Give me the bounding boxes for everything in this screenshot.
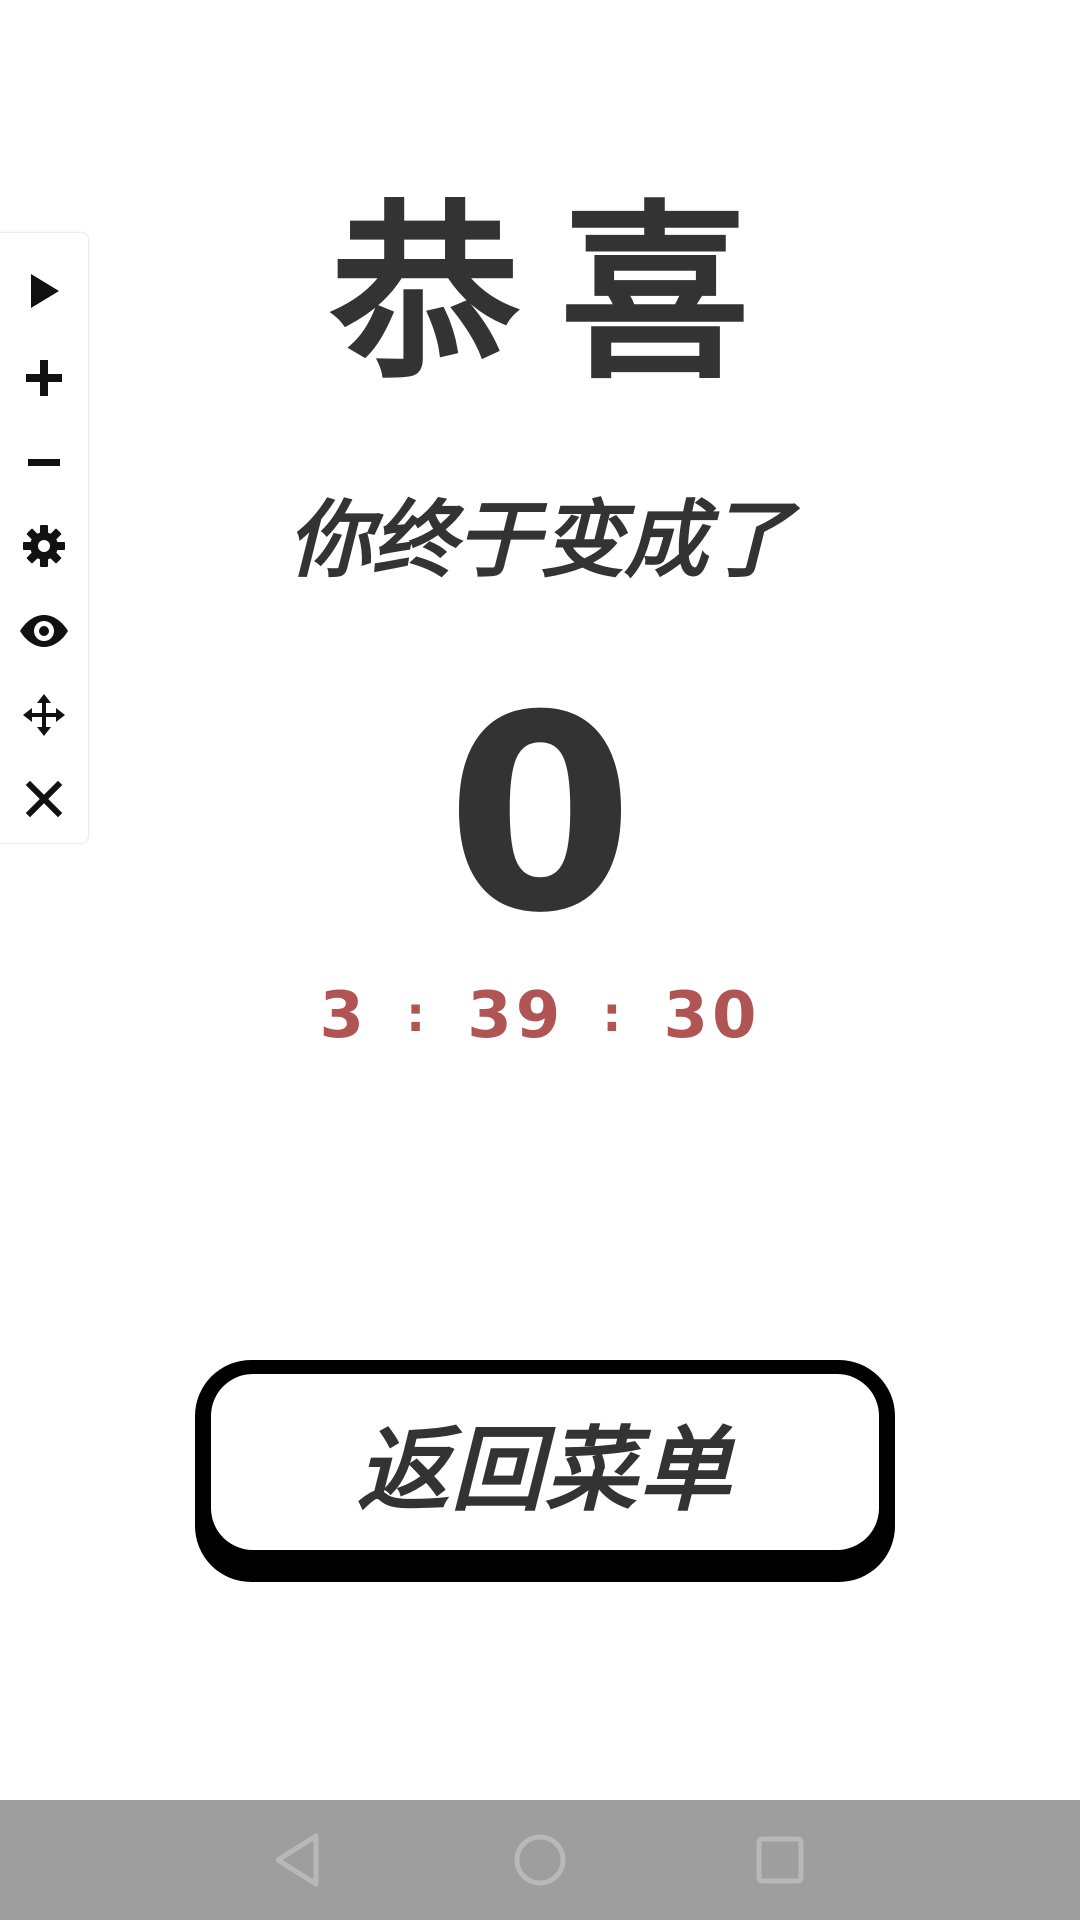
recents-square-icon bbox=[756, 1836, 804, 1884]
eye-icon bbox=[20, 615, 68, 647]
home-circle-icon bbox=[514, 1834, 566, 1886]
timer-minutes: 39 bbox=[467, 979, 565, 1053]
visibility-button[interactable] bbox=[14, 601, 74, 661]
zoom-out-button[interactable] bbox=[14, 433, 74, 493]
congrats-title: 恭喜 bbox=[329, 184, 790, 405]
timer-hours: 3 bbox=[319, 979, 368, 1053]
timer-seconds: 30 bbox=[663, 979, 761, 1053]
elapsed-timer: 3:39:30 bbox=[0, 975, 1080, 1056]
minus-icon bbox=[28, 459, 60, 466]
return-menu-label: 返回菜单 bbox=[356, 1416, 733, 1524]
result-value: 0 bbox=[446, 657, 634, 972]
return-menu-button[interactable]: 返回菜单 bbox=[195, 1360, 895, 1582]
nav-recents-button[interactable] bbox=[750, 1830, 810, 1890]
timer-separator: : bbox=[406, 987, 430, 1043]
back-triangle-icon bbox=[275, 1833, 319, 1887]
timer-separator: : bbox=[602, 987, 626, 1043]
result-subtitle: 你终于变成了 bbox=[287, 491, 792, 589]
system-nav-bar bbox=[0, 1800, 1080, 1920]
nav-back-button[interactable] bbox=[268, 1830, 328, 1890]
nav-home-button[interactable] bbox=[510, 1830, 570, 1890]
game-over-screen: 12 bbox=[0, 0, 1080, 1920]
return-menu-button-face[interactable]: 返回菜单 bbox=[211, 1374, 879, 1550]
